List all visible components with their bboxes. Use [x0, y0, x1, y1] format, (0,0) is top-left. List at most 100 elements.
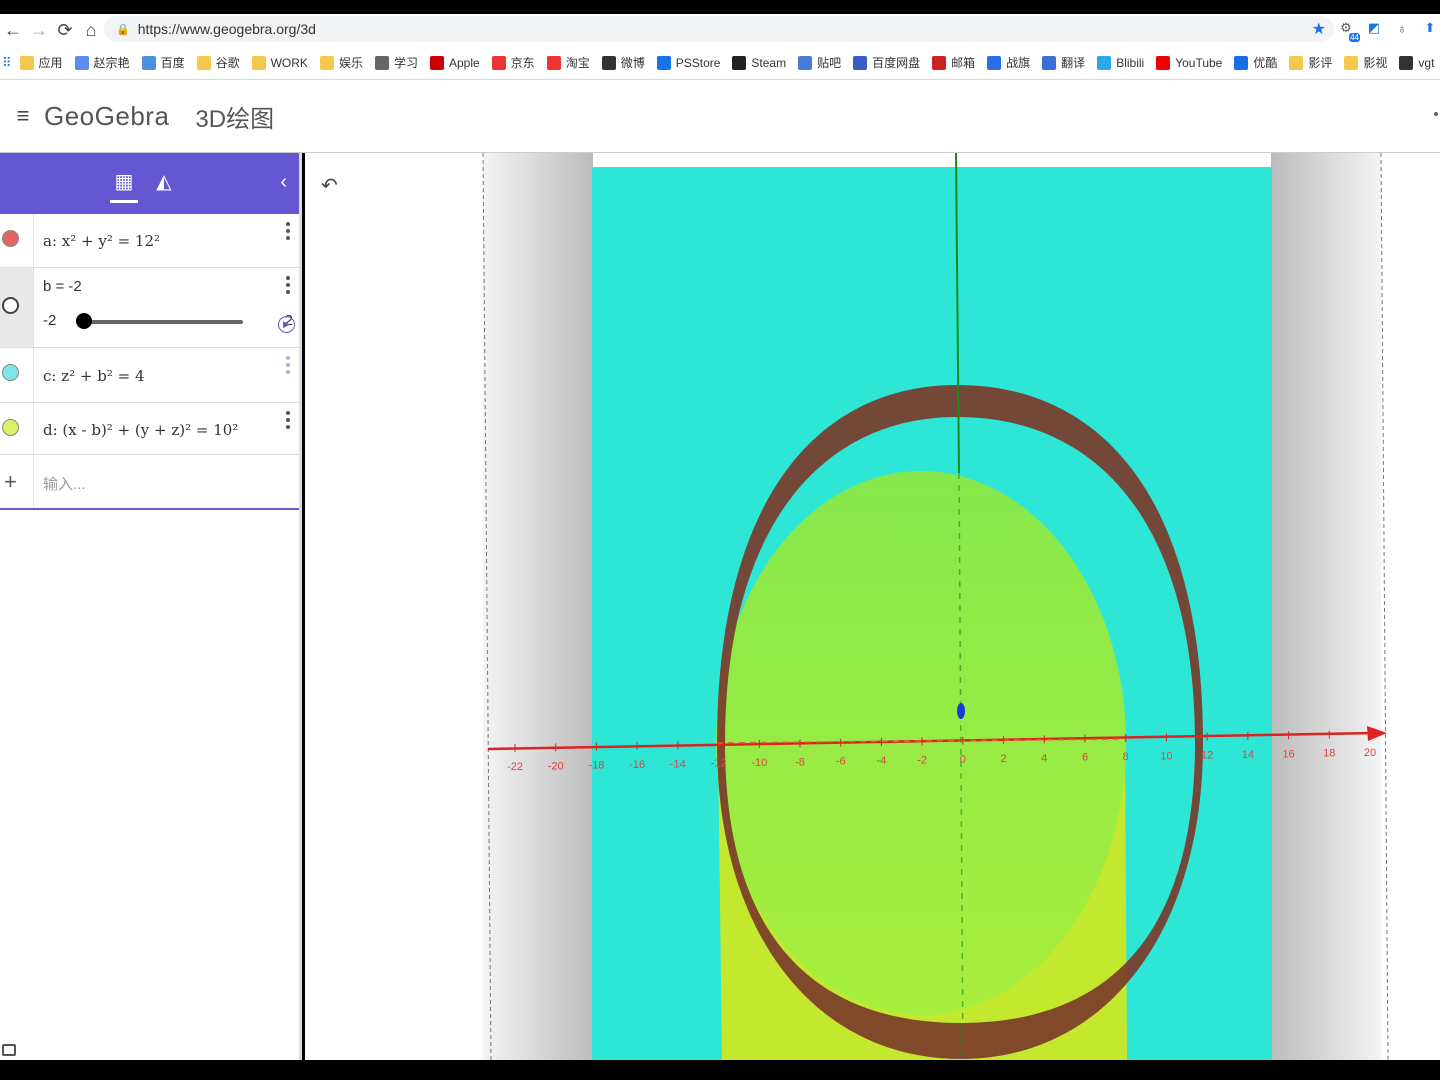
app-title: 3D绘图 [195, 105, 275, 133]
bookmark-item[interactable]: 百度网盘 [853, 54, 920, 71]
extension-arrow-icon[interactable]: ⬆ [1420, 18, 1440, 38]
bookmark-item[interactable]: 微博 [601, 54, 645, 71]
bookmark-item[interactable]: Blibili [1097, 54, 1144, 71]
more-options-icon[interactable] [286, 356, 290, 377]
algebra-input[interactable]: 输入... [43, 476, 86, 493]
bookmark-item[interactable]: Steam [732, 54, 786, 71]
equation-c[interactable]: c: z² + b² = 4 [43, 367, 145, 385]
visibility-marble-c[interactable] [2, 364, 19, 381]
bookmark-icon [601, 55, 616, 70]
reload-icon[interactable]: ⟳ [52, 17, 78, 43]
slider-track[interactable] [81, 320, 243, 324]
bookmark-icon [1234, 55, 1249, 70]
x-tick-label: -8 [795, 756, 805, 768]
tab-algebra-calculator-icon[interactable]: ▦ [110, 169, 138, 203]
bookmark-item[interactable]: PSStore [656, 54, 720, 71]
bookmark-label: WORK [270, 55, 308, 70]
bookmark-item[interactable]: 战旗 [987, 54, 1030, 71]
more-options-icon[interactable] [286, 411, 290, 432]
bookmark-item[interactable]: 影评 [1289, 54, 1332, 71]
bookmark-label: 影视 [1363, 56, 1388, 70]
visibility-marble-d[interactable] [2, 419, 19, 436]
equation-a[interactable]: a: x² + y² = 12² [43, 232, 160, 250]
graphics-3d-view[interactable]: -22 -20 -18 -16 -14 -12 -10 -8 -6 -4 -2 0 2 4 6 8 10 12 14… [305, 153, 1440, 1060]
bookmark-item[interactable]: 优酷 [1234, 54, 1277, 71]
3d-scene[interactable]: -22 -20 -18 -16 -14 -12 -10 -8 -6 -4 -2 0 2 4 6 8 10 12 14… [305, 153, 1440, 1060]
bookmark-item[interactable]: 娱乐 [319, 54, 363, 71]
header-more-icon[interactable] [1434, 112, 1438, 116]
undo-icon[interactable]: ↶ [321, 173, 338, 198]
bookmark-item[interactable]: 百度 [141, 54, 185, 71]
bookmark-icon [1399, 55, 1414, 70]
algebra-row-b[interactable]: b = -2 -2 2 ▶ [0, 268, 299, 348]
bookmark-label: 邮箱 [951, 56, 976, 70]
forward-icon[interactable]: → [26, 17, 52, 43]
slider-thumb[interactable] [76, 313, 92, 329]
address-bar[interactable]: 🔒 https://www.geogebra.org/3d ★ [104, 16, 1334, 42]
home-icon[interactable]: ⌂ [78, 17, 104, 43]
add-item-icon[interactable]: + [4, 469, 17, 495]
keyboard-icon[interactable] [2, 1044, 16, 1056]
visibility-marble-a[interactable] [2, 230, 19, 247]
bookmark-item[interactable]: 邮箱 [932, 54, 975, 71]
bookmark-icon [491, 55, 506, 70]
play-animation-icon[interactable]: ▶ [278, 316, 295, 333]
bookmark-label: 谷歌 [215, 56, 240, 70]
bookmark-label: 战旗 [1006, 56, 1031, 70]
bookmark-label: 京东 [510, 56, 535, 70]
collapse-panel-icon[interactable]: ‹ [280, 171, 287, 194]
bookmark-item[interactable]: WORK [251, 54, 308, 71]
bookmark-item[interactable]: 应用 [19, 54, 63, 71]
bookmark-item[interactable]: Apple [429, 54, 480, 71]
bookmark-label: Blibili [1116, 55, 1145, 70]
geogebra-logo: GeoGebra [44, 100, 170, 131]
bookmark-item[interactable]: vgt [1399, 54, 1434, 71]
apps-grid-icon[interactable]: ⠿ [2, 55, 12, 71]
algebra-input-row[interactable]: + 输入... [0, 455, 299, 510]
bookmark-item[interactable]: 淘宝 [546, 54, 590, 71]
equation-d[interactable]: d: (x - b)² + (y + z)² = 10² [43, 421, 238, 439]
bookmark-item[interactable]: 京东 [491, 54, 535, 71]
extension-badge-icon[interactable]: ⚙ 44 [1336, 18, 1360, 42]
bookmark-item[interactable]: 翻译 [1042, 54, 1085, 71]
x-tick-label: 0 [960, 754, 966, 766]
bookmark-icon [141, 55, 156, 70]
bookmark-item[interactable]: 学习 [374, 54, 418, 71]
bookmark-item[interactable]: YouTube [1156, 54, 1222, 71]
back-icon[interactable]: ← [0, 17, 26, 43]
bookmark-item[interactable]: 赵宗艳 [74, 54, 130, 71]
algebra-row-d[interactable]: d: (x - b)² + (y + z)² = 10² [0, 403, 299, 455]
x-tick-label: 10 [1160, 750, 1172, 762]
bookmark-icon [19, 55, 34, 70]
bookmark-item[interactable]: 影视 [1344, 54, 1387, 71]
translate-icon[interactable]: ◩ [1364, 18, 1384, 38]
bookmark-item[interactable]: 谷歌 [196, 54, 240, 71]
bookmark-item[interactable]: 贴吧 [798, 54, 841, 71]
bookmark-label: Apple [448, 55, 480, 70]
x-tick-label: 20 [1364, 747, 1376, 759]
bookmark-icon [732, 55, 747, 70]
more-options-icon[interactable] [286, 222, 290, 243]
algebra-toolbar: ▦ ◭ ‹ [0, 153, 299, 214]
bookmark-star-icon[interactable]: ★ [1312, 19, 1326, 39]
menu-icon[interactable]: ≡ [6, 103, 40, 129]
x-tick-label: -16 [629, 759, 645, 771]
visibility-marble-b[interactable] [2, 297, 19, 314]
more-options-icon[interactable] [286, 276, 290, 297]
tab-tools-icon[interactable]: ◭ [150, 169, 178, 199]
box-edge-right [1380, 153, 1389, 1060]
algebra-row-c[interactable]: c: z² + b² = 4 [0, 348, 299, 403]
extension-icons: ⚙ 44 ◩ ♁ ⬆ [1336, 18, 1440, 42]
slider-min: -2 [43, 312, 57, 329]
browser-toolbar: ← → ⟳ ⌂ 🔒 https://www.geogebra.org/3d ★ … [0, 14, 1440, 46]
bookmark-icon [319, 55, 334, 70]
slider-b[interactable]: -2 2 [43, 312, 293, 332]
x-tick-label: -18 [588, 760, 604, 772]
bookmark-icon [1289, 55, 1304, 70]
bookmark-label: Steam [751, 55, 787, 70]
x-tick-label: -10 [751, 757, 767, 769]
bookmark-label: 贴吧 [817, 56, 842, 70]
algebra-row-a[interactable]: a: x² + y² = 12² [0, 214, 299, 268]
extension-pin-icon[interactable]: ♁ [1392, 18, 1412, 38]
slider-label-b[interactable]: b = -2 [43, 278, 82, 295]
